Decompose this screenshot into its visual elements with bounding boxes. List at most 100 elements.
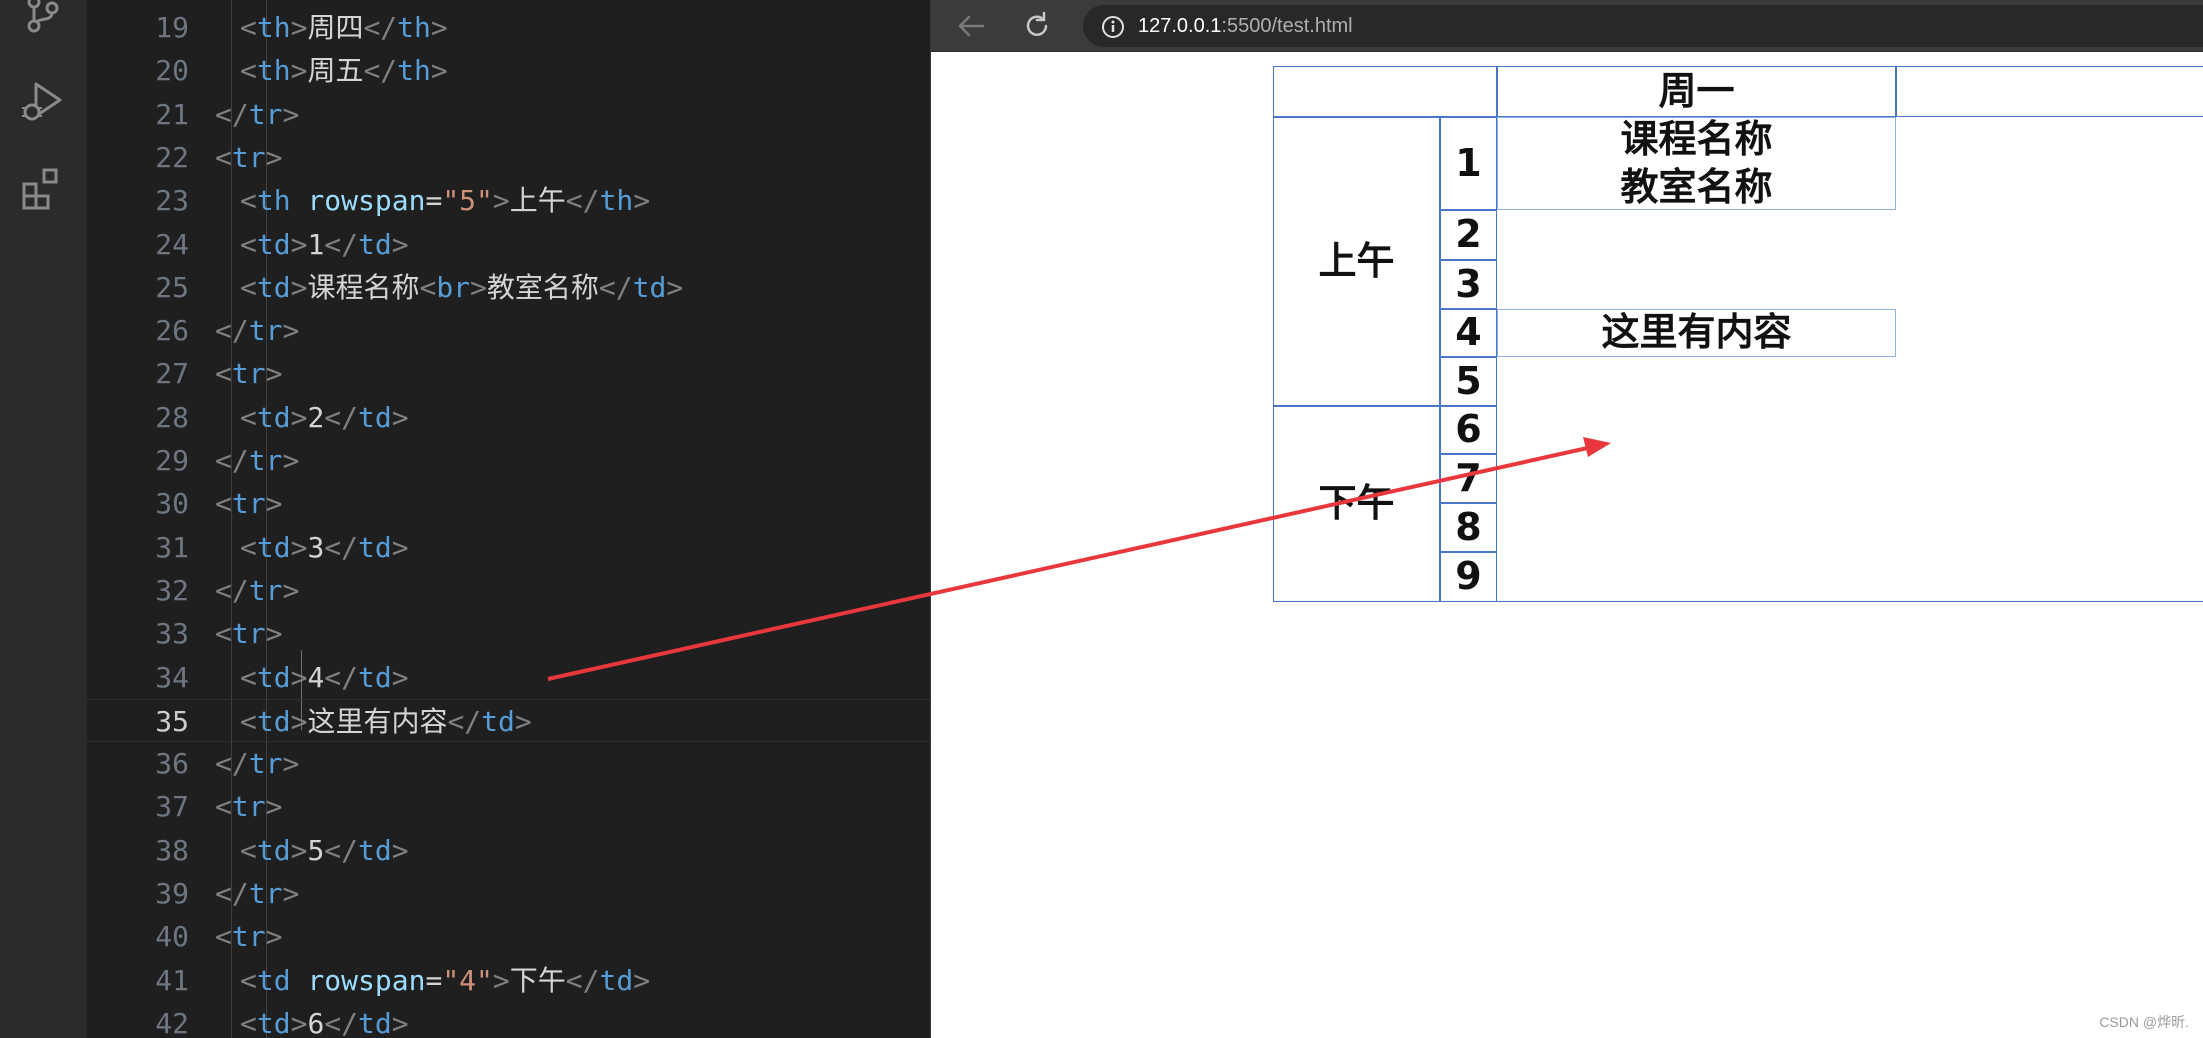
code-token: td: [256, 530, 291, 564]
line-number: 19: [155, 11, 189, 44]
code-line[interactable]: 38 <td>5</td>: [87, 829, 930, 872]
code-token: rowspan: [307, 184, 426, 218]
code-line[interactable]: 22 <tr>: [87, 136, 930, 179]
period-cell: 9: [1440, 552, 1497, 602]
period-cell: 3: [1440, 260, 1497, 309]
code-text: <th>周五</th>: [240, 49, 448, 92]
content-cell: 这里有内容: [1497, 309, 1896, 357]
watermark: CSDN @烨昕.: [2099, 1014, 2189, 1030]
code-token: tr: [248, 97, 283, 131]
code-token: >: [282, 314, 300, 348]
code-editor[interactable]: 19 <th>周四</th> 20 <th>周五</th> 21 </tr> 22 <tr> 2…: [87, 0, 930, 1038]
line-number: 27: [155, 357, 189, 391]
line-number: 24: [155, 227, 189, 261]
line-number: 38: [155, 833, 189, 867]
code-token: >: [470, 270, 487, 304]
code-token: tr: [248, 747, 283, 781]
code-line[interactable]: 33 <tr>: [87, 612, 930, 655]
table-header-day: 周一: [1497, 66, 1896, 117]
code-line[interactable]: 23 <th rowspan="5">上午</th>: [87, 179, 930, 222]
code-line[interactable]: 21 </tr>: [87, 93, 930, 136]
code-text: <tr>: [215, 612, 282, 655]
code-token: tr: [248, 444, 283, 477]
reload-icon[interactable]: [1019, 8, 1055, 44]
classroom-name: 教室名称: [1620, 164, 1773, 209]
code-line[interactable]: 27 <tr>: [87, 352, 930, 395]
morning-cell: 上午: [1273, 117, 1440, 406]
back-arrow-icon[interactable]: [953, 8, 989, 44]
code-token: 教室名称: [486, 270, 599, 304]
code-line[interactable]: 29 </tr>: [87, 439, 930, 482]
code-text: <td>1</td>: [240, 223, 409, 266]
code-token: </: [324, 227, 359, 261]
code-token: 周五: [307, 54, 364, 88]
code-token: <: [240, 227, 257, 261]
code-token: tr: [231, 140, 266, 174]
code-token: td: [632, 270, 667, 304]
code-line[interactable]: 32 </tr>: [87, 569, 930, 612]
code-token: </: [565, 184, 600, 218]
code-token: <: [215, 790, 232, 824]
code-token: >: [290, 1006, 308, 1038]
line-number: 39: [155, 877, 189, 910]
code-token: td: [358, 833, 392, 867]
url-path: :5500/test.html: [1221, 15, 1353, 37]
line-number: 20: [155, 54, 189, 88]
run-debug-icon[interactable]: [20, 78, 66, 124]
code-token: >: [290, 400, 308, 434]
code-line[interactable]: 26 </tr>: [87, 309, 930, 352]
address-bar[interactable]: 127.0.0.1:5500/test.html: [1083, 5, 2203, 47]
line-number: 35: [155, 704, 189, 738]
code-token: >: [514, 704, 532, 738]
code-token: <: [240, 400, 257, 434]
line-number: 40: [155, 920, 189, 954]
code-text: <td>3</td>: [240, 526, 409, 569]
code-token: th: [256, 54, 291, 88]
code-token: td: [256, 963, 291, 997]
code-token: </: [324, 400, 359, 434]
line-number: 41: [155, 963, 189, 997]
code-line[interactable]: 34 <td>4</td>: [87, 656, 930, 699]
code-token: >: [391, 1006, 409, 1038]
code-token: </: [324, 1006, 359, 1038]
code-token: tr: [231, 920, 266, 954]
code-line[interactable]: 19 <th>周四</th>: [87, 6, 930, 49]
code-line[interactable]: 36 </tr>: [87, 742, 930, 785]
code-token: td: [256, 227, 291, 261]
code-token: </: [324, 660, 359, 694]
code-line[interactable]: 28 <td>2</td>: [87, 396, 930, 439]
code-line[interactable]: 37 <tr>: [87, 785, 930, 828]
code-token: >: [391, 227, 409, 261]
code-line[interactable]: 42 <td>6</td>: [87, 1002, 930, 1038]
code-text: </tr>: [215, 309, 299, 352]
site-info-icon[interactable]: [1101, 15, 1125, 39]
code-token: tr: [231, 487, 266, 521]
code-text: <tr>: [215, 785, 282, 828]
code-line[interactable]: 41 <td rowspan="4">下午</td>: [87, 959, 930, 1002]
code-line[interactable]: 35 <td>这里有内容</td>: [87, 698, 930, 742]
code-token: <: [240, 833, 257, 867]
code-line[interactable]: 24 <td>1</td>: [87, 223, 930, 266]
browser-toolbar: 127.0.0.1:5500/test.html: [931, 0, 2203, 52]
source-control-icon[interactable]: [20, 0, 66, 40]
code-token: >: [290, 227, 308, 261]
activity-bar: [0, 0, 87, 1038]
code-token: </: [215, 877, 249, 910]
code-token: </: [324, 530, 359, 564]
code-token: >: [492, 184, 510, 218]
code-line[interactable]: 30 <tr>: [87, 482, 930, 525]
code-token: 这里有内容: [307, 704, 448, 738]
code-line[interactable]: 20 <th>周五</th>: [87, 49, 930, 92]
code-line[interactable]: 31 <td>3</td>: [87, 526, 930, 569]
code-token: <: [240, 963, 257, 997]
line-number: 34: [155, 660, 189, 694]
code-token: td: [256, 400, 291, 434]
code-token: tr: [231, 790, 266, 824]
extensions-icon[interactable]: [20, 166, 66, 212]
code-line[interactable]: 39 </tr>: [87, 872, 930, 915]
line-number: 42: [155, 1006, 189, 1038]
code-line[interactable]: 25 <td>课程名称<br>教室名称</td>: [87, 266, 930, 309]
code-token: 下午: [509, 963, 566, 997]
code-line[interactable]: 40 <tr>: [87, 915, 930, 958]
